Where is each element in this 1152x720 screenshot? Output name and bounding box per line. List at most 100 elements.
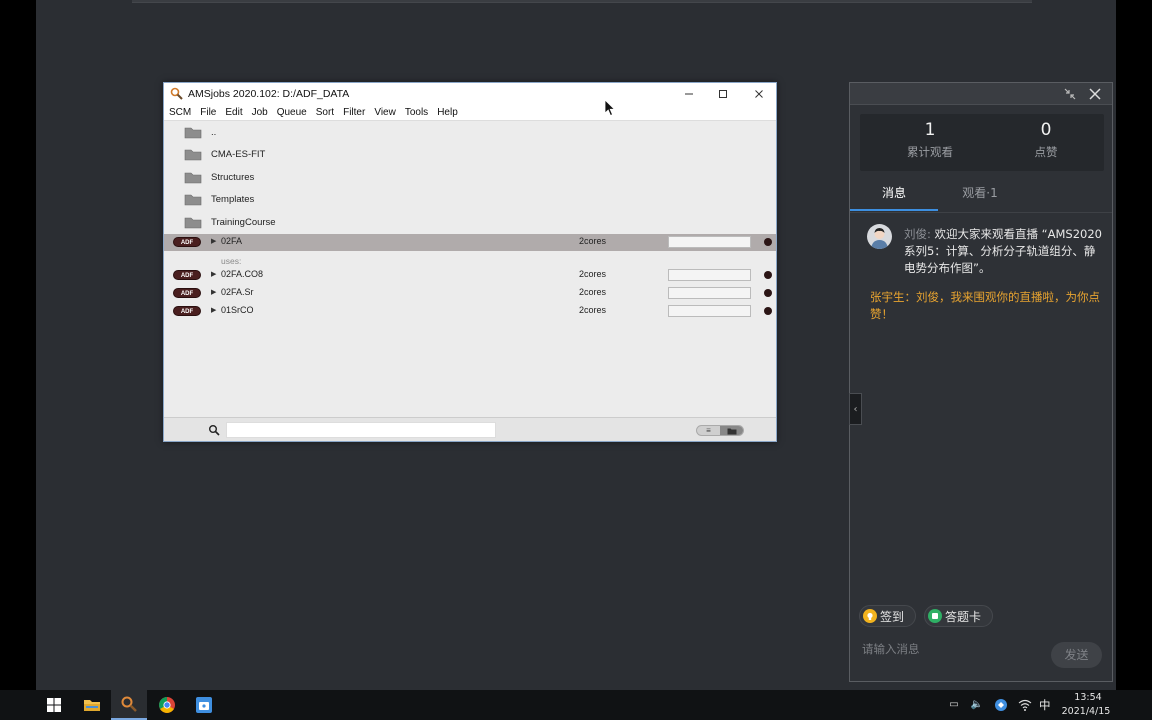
job-progress-bar — [668, 305, 751, 317]
menu-scm[interactable]: SCM — [169, 107, 191, 118]
close-icon[interactable] — [1087, 86, 1103, 102]
menu-job[interactable]: Job — [252, 107, 268, 118]
job-name: 01SrCO — [221, 305, 254, 315]
window-title: AMSjobs 2020.102: D:/ADF_DATA — [188, 88, 350, 100]
job-name: 02FA.CO8 — [221, 269, 264, 279]
maximize-button[interactable] — [706, 83, 740, 105]
views-label: 累计观看 — [907, 145, 953, 159]
live-app-icon — [196, 697, 212, 713]
folder-row-parent[interactable]: .. — [164, 121, 776, 143]
network-app-icon[interactable] — [994, 698, 1008, 712]
quiz-card-label: 答题卡 — [945, 609, 982, 624]
job-progress-bar — [668, 269, 751, 281]
mouse-cursor-icon — [604, 99, 616, 117]
menu-queue[interactable]: Queue — [277, 107, 307, 118]
expand-arrow-icon[interactable]: ▶ — [211, 288, 216, 296]
folder-view-icon[interactable] — [720, 426, 743, 435]
tab-viewers[interactable]: 观看·1 — [950, 183, 1010, 211]
folder-label: TrainingCourse — [211, 216, 276, 228]
collapse-icon[interactable] — [1063, 87, 1077, 101]
job-name: 02FA — [221, 236, 243, 246]
folder-icon — [184, 217, 202, 229]
job-progress-bar — [668, 236, 751, 248]
lightbulb-icon — [863, 609, 877, 623]
clock-time[interactable]: 13:54 — [1062, 692, 1114, 703]
job-cores: 2cores — [579, 305, 607, 315]
message-author: 刘俊: — [904, 227, 931, 241]
bottom-bar: ≡ — [164, 417, 776, 441]
clock-date[interactable]: 2021/4/15 — [1058, 706, 1114, 717]
expand-arrow-icon[interactable]: ▶ — [211, 237, 216, 245]
menu-file[interactable]: File — [200, 107, 216, 118]
job-name: 02FA.Sr — [221, 287, 254, 297]
start-button[interactable] — [36, 690, 72, 720]
folder-icon — [184, 149, 202, 161]
signin-button[interactable]: 签到 — [859, 605, 916, 627]
adf-badge: ADF — [173, 237, 201, 247]
window-titlebar[interactable]: AMSjobs 2020.102: D:/ADF_DATA — [164, 83, 776, 105]
folder-row-structures[interactable]: Structures — [164, 166, 776, 188]
send-button[interactable]: 发送 — [1051, 642, 1102, 668]
chat-input[interactable]: 请输入消息 — [862, 641, 920, 657]
taskbar-file-explorer[interactable] — [74, 690, 110, 720]
folder-label: CMA-ES-FIT — [211, 148, 266, 160]
chat-message: 刘俊: 欢迎大家来观看直播 “AMS2020系列5：计算、分析分子轨道组分、静电… — [904, 226, 1104, 277]
desktop-top-strip — [132, 0, 1032, 3]
taskbar-amsjobs[interactable] — [111, 690, 147, 720]
view-toggle[interactable]: ≡ — [696, 425, 744, 436]
search-icon — [209, 425, 220, 436]
folder-label: .. — [211, 126, 217, 138]
tab-messages[interactable]: 消息 — [850, 183, 938, 211]
menu-edit[interactable]: Edit — [225, 107, 242, 118]
menu-view[interactable]: View — [374, 107, 396, 118]
job-cores: 2cores — [579, 236, 607, 246]
menu-sort[interactable]: Sort — [316, 107, 334, 118]
taskbar-chrome[interactable] — [149, 690, 185, 720]
windows-logo-icon — [47, 698, 61, 712]
minimize-button[interactable] — [672, 83, 706, 105]
job-row-02fa[interactable]: ADF ▶ 02FA 2cores — [164, 234, 776, 251]
taskbar: ▭ 🔈 中 13:54 2021/4/15 — [0, 690, 1152, 720]
panel-header — [850, 83, 1112, 105]
panel-tabs: 消息 观看·1 — [850, 181, 1112, 213]
job-status-icon — [764, 238, 772, 246]
avatar — [867, 224, 892, 249]
folder-icon — [184, 194, 202, 206]
job-row-01srco[interactable]: ADF ▶ 01SrCO 2cores — [164, 303, 776, 319]
job-row-02fa-co8[interactable]: ADF ▶ 02FA.CO8 2cores — [164, 267, 776, 283]
job-cores: 2cores — [579, 269, 607, 279]
menu-help[interactable]: Help — [437, 107, 458, 118]
close-button[interactable] — [742, 83, 776, 105]
adf-badge: ADF — [173, 270, 201, 280]
volume-icon[interactable]: 🔈 — [970, 698, 984, 712]
job-cores: 2cores — [579, 287, 607, 297]
expand-arrow-icon[interactable]: ‹ — [849, 393, 862, 425]
list-view-icon[interactable]: ≡ — [697, 426, 720, 435]
magnifier-icon — [121, 696, 137, 712]
folder-row-templates[interactable]: Templates — [164, 188, 776, 210]
adf-badge: ADF — [173, 306, 201, 316]
adf-badge: ADF — [173, 288, 201, 298]
menu-filter[interactable]: Filter — [343, 107, 365, 118]
job-row-02fa-sr[interactable]: ADF ▶ 02FA.Sr 2cores — [164, 285, 776, 301]
likes-label: 点赞 — [1034, 145, 1058, 159]
folder-row-trainingcourse[interactable]: TrainingCourse — [164, 211, 776, 233]
maximize-icon — [719, 90, 727, 98]
menu-tools[interactable]: Tools — [405, 107, 428, 118]
battery-icon[interactable]: ▭ — [947, 698, 961, 712]
chrome-icon — [159, 697, 175, 713]
expand-arrow-icon[interactable]: ▶ — [211, 270, 216, 278]
likes-stat: 0 点赞 — [986, 120, 1106, 160]
expand-arrow-icon[interactable]: ▶ — [211, 306, 216, 314]
folder-icon — [184, 127, 202, 139]
signin-label: 签到 — [880, 609, 905, 624]
quiz-card-button[interactable]: 答题卡 — [924, 605, 993, 627]
search-input[interactable] — [226, 422, 496, 438]
ime-indicator[interactable]: 中 — [1039, 697, 1051, 713]
live-panel: 1 累计观看 0 点赞 消息 观看·1 刘俊: 欢迎大家来观看直播 “AMS20… — [849, 82, 1113, 682]
taskbar-live-app[interactable] — [186, 690, 222, 720]
job-progress-bar — [668, 287, 751, 299]
wifi-icon[interactable] — [1018, 698, 1032, 712]
message-text: 欢迎大家来观看直播 “AMS2020系列5：计算、分析分子轨道组分、静电势分布作… — [904, 227, 1102, 275]
folder-row-cma-es-fit[interactable]: CMA-ES-FIT — [164, 143, 776, 165]
